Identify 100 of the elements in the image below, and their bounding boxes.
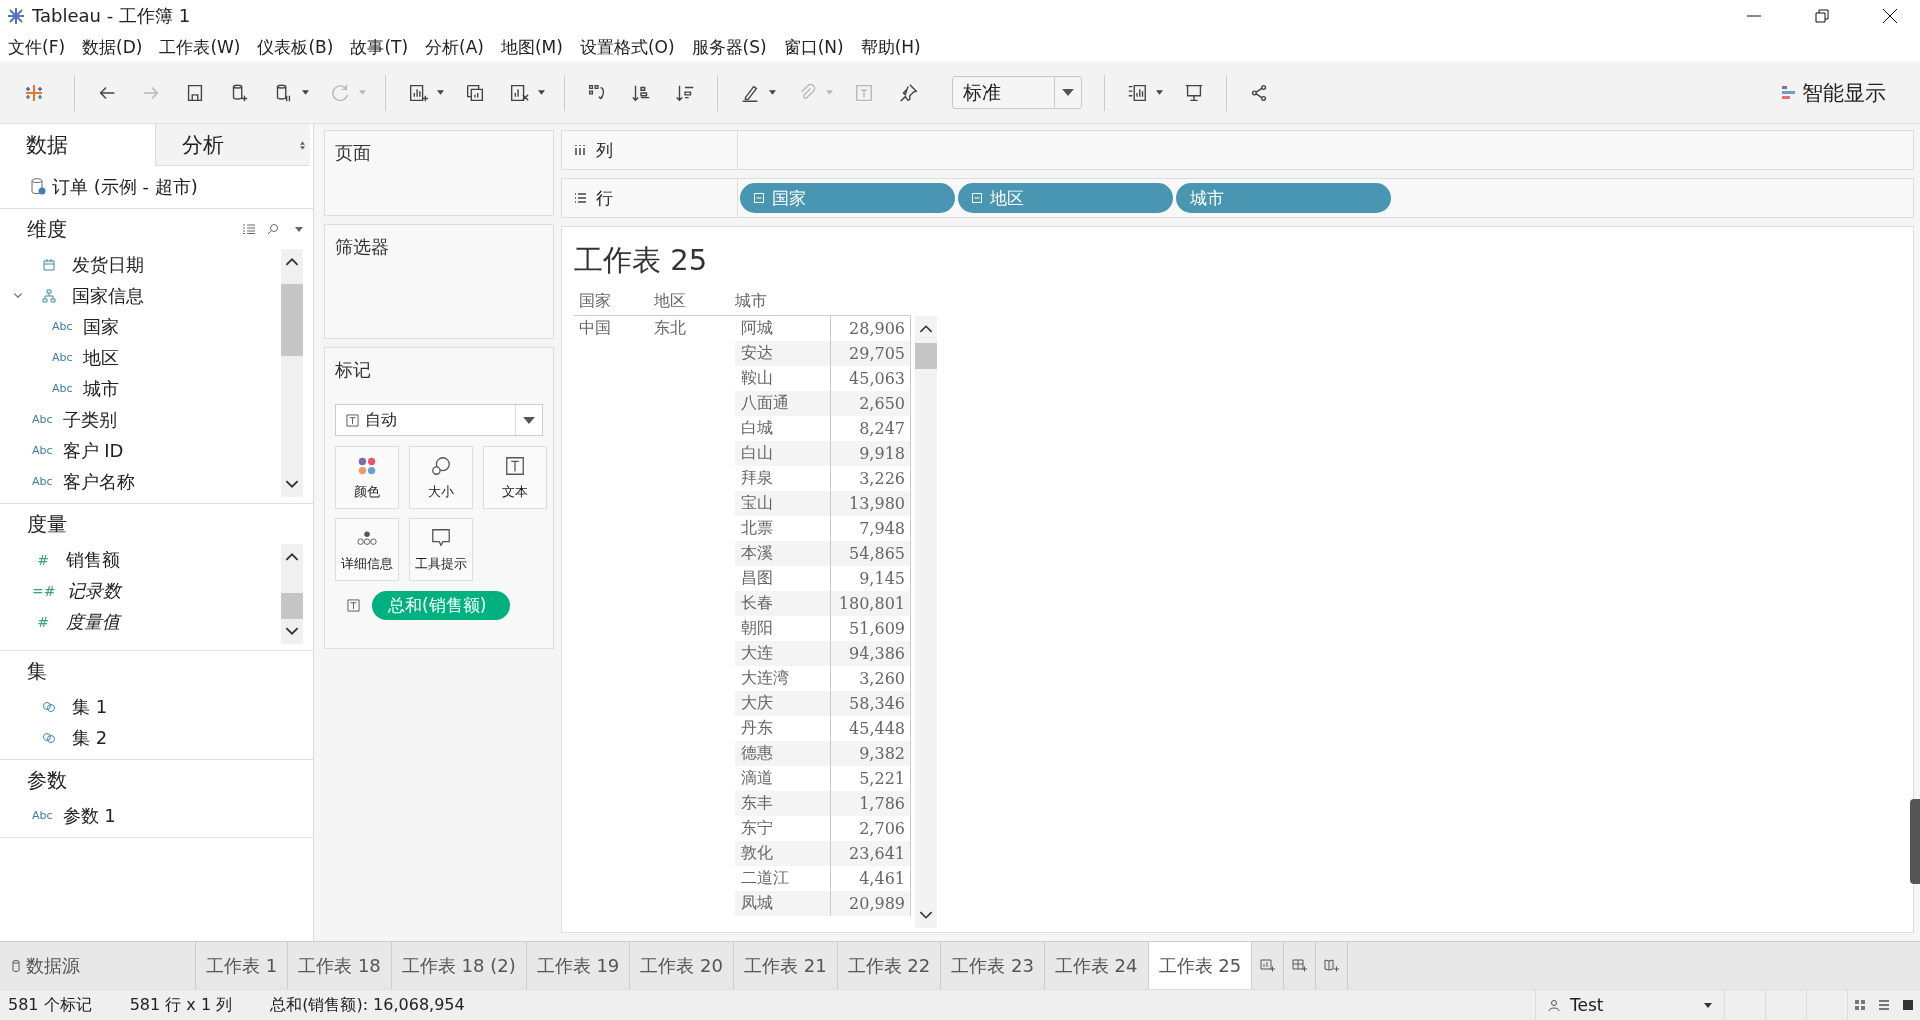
caret-icon[interactable]	[1704, 1002, 1712, 1008]
caret-icon[interactable]	[538, 90, 545, 95]
text-icon[interactable]	[347, 599, 360, 612]
pages-shelf[interactable]: 页面	[324, 130, 554, 216]
type-icon: Abc	[32, 475, 53, 488]
menu-item[interactable]: 工作表(W)	[159, 35, 250, 59]
menu-item[interactable]: 窗口(N)	[783, 35, 853, 59]
field-item[interactable]: 集 1	[72, 694, 108, 719]
menu-item[interactable]: 仪表板(B)	[257, 35, 343, 59]
caret-icon[interactable]	[1062, 89, 1074, 96]
filters-shelf[interactable]: 筛选器	[324, 224, 554, 339]
caret-icon[interactable]	[295, 226, 303, 232]
caret-icon[interactable]	[523, 416, 535, 424]
menu-item[interactable]: 分析(A)	[425, 35, 493, 59]
list-view-icon[interactable]	[1878, 999, 1890, 1011]
fit-dropdown[interactable]: 标准	[952, 76, 1082, 109]
mark-type-dropdown[interactable]: 自动	[335, 404, 543, 436]
scroll-down-icon[interactable]	[919, 911, 933, 920]
table-cell: 20,989	[831, 891, 911, 916]
section-title: 参数	[27, 766, 67, 794]
user-icon	[1548, 999, 1560, 1011]
table-cell: 长春	[735, 591, 831, 616]
menu-item[interactable]: 帮助(H)	[860, 35, 930, 59]
field-item[interactable]: 集 2	[72, 725, 108, 750]
field-item[interactable]: 地区	[82, 345, 119, 370]
text-mark-icon	[504, 454, 526, 477]
menu-item[interactable]: 文件(F)	[8, 35, 75, 59]
table-cell: 大庆	[735, 691, 831, 716]
field-item[interactable]: 销售额	[66, 547, 120, 572]
database-icon	[12, 959, 20, 972]
field-item[interactable]: 发货日期	[72, 252, 144, 277]
type-icon: Abc	[52, 351, 73, 364]
field-item[interactable]: 国家信息	[72, 283, 144, 308]
hierarchy-icon	[42, 288, 56, 303]
status-text: 总和(销售额): 16,068,954	[270, 994, 465, 1016]
scroll-up-icon[interactable]	[919, 324, 933, 333]
scroll-up-icon[interactable]	[285, 257, 299, 266]
caret-icon[interactable]	[769, 90, 776, 95]
scroll-thumb[interactable]	[281, 593, 303, 619]
field-item[interactable]: 记录数	[67, 578, 122, 603]
scroll-down-icon[interactable]	[285, 480, 299, 489]
bars-icon	[1782, 84, 1796, 101]
scrollbar[interactable]	[281, 249, 303, 497]
search-icon[interactable]	[267, 223, 279, 235]
datasource-name[interactable]: 订单 (示例 - 超市)	[52, 175, 198, 199]
scroll-down-icon[interactable]	[285, 627, 299, 636]
field-item[interactable]: 城市	[82, 376, 119, 401]
caret-icon[interactable]	[1156, 90, 1163, 95]
mark-property-button[interactable]: 大小	[409, 446, 473, 509]
caret-icon[interactable]	[437, 90, 444, 95]
scroll-thumb[interactable]	[915, 343, 937, 369]
section-title: 度量	[27, 510, 67, 538]
menu-item[interactable]: 设置格式(O)	[579, 35, 684, 59]
shelf-title: 行	[596, 186, 613, 210]
mark-property-button[interactable]: 文本	[483, 446, 547, 509]
mark-property-button[interactable]: 详细信息	[335, 518, 399, 581]
sheet-tab[interactable]: 工作表 25	[1148, 942, 1253, 989]
shelf-title: 页面	[335, 142, 371, 163]
scrollbar[interactable]	[915, 316, 937, 928]
field-item[interactable]: 参数 1	[62, 803, 116, 828]
list-view-icon[interactable]	[243, 223, 255, 235]
table-cell: 大连	[735, 641, 831, 666]
collapse-icon[interactable]	[754, 193, 764, 203]
field-item[interactable]: 客户名称	[62, 469, 135, 494]
mark-property-button[interactable]: 工具提示	[409, 518, 473, 581]
field-item[interactable]: 度量值	[66, 609, 120, 634]
collapse-icon[interactable]	[972, 193, 982, 203]
restore-icon[interactable]	[1814, 8, 1830, 24]
scroll-thumb[interactable]	[281, 284, 303, 356]
menu-item[interactable]: 服务器(S)	[691, 35, 776, 59]
mark-property-button[interactable]: 颜色	[335, 446, 399, 509]
caret-icon[interactable]	[302, 90, 309, 95]
menu-item[interactable]: 数据(D)	[82, 35, 152, 59]
field-item[interactable]: 客户 ID	[62, 438, 124, 463]
close-icon[interactable]	[1882, 8, 1898, 24]
grid-view-icon[interactable]	[1854, 999, 1866, 1011]
column-header: 国家	[578, 291, 612, 312]
field-item[interactable]: 子类别	[62, 407, 117, 432]
table-cell: 德惠	[735, 741, 831, 766]
sort-icon[interactable]	[300, 141, 305, 150]
user-dropdown[interactable]: Test	[1535, 990, 1725, 1020]
side-handle[interactable]	[1910, 799, 1920, 884]
menu-item[interactable]: 地图(M)	[501, 35, 572, 59]
show-me-button[interactable]: 智能显示	[1782, 78, 1886, 107]
shelf-title: 筛选器	[335, 236, 389, 257]
status-text: 581 个标记	[8, 994, 92, 1016]
set-icon	[42, 699, 56, 714]
scrollbar[interactable]	[281, 544, 303, 644]
menu-item[interactable]: 故事(T)	[350, 35, 418, 59]
shelf-title: 列	[596, 138, 613, 162]
scroll-up-icon[interactable]	[285, 552, 299, 561]
section-title: 维度	[27, 215, 67, 243]
set-icon	[42, 730, 56, 745]
table-cell: 9,382	[831, 741, 911, 766]
table-cell: 54,865	[831, 541, 911, 566]
type-icon: #	[32, 613, 54, 630]
field-item[interactable]: 国家	[82, 314, 119, 339]
sidebar-tab[interactable]: 分析	[155, 124, 310, 166]
table-cell: 东北	[654, 318, 686, 337]
filmstrip-icon[interactable]	[1902, 999, 1914, 1011]
